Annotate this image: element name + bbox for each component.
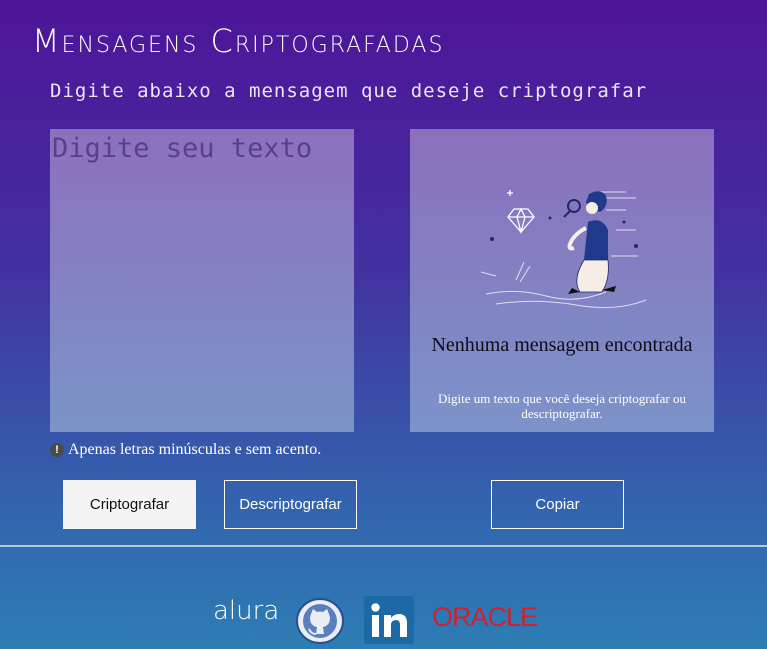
detective-illustration bbox=[480, 190, 647, 309]
footer-divider bbox=[0, 545, 767, 547]
copy-button[interactable]: Copiar bbox=[491, 480, 624, 529]
github-icon[interactable] bbox=[295, 598, 345, 644]
message-input[interactable] bbox=[50, 129, 354, 432]
encrypt-button[interactable]: Criptografar bbox=[63, 480, 196, 529]
empty-state-description: Digite um texto que você deseja criptogr… bbox=[438, 391, 686, 421]
hint-text: Apenas letras minúsculas e sem acento. bbox=[68, 441, 322, 458]
oracle-logo[interactable]: ORACLE bbox=[432, 602, 538, 633]
page-subtitle: Digite abaixo a mensagem que deseje crip… bbox=[50, 80, 648, 102]
decrypt-button[interactable]: Descriptografar bbox=[224, 480, 357, 529]
input-hint: ! Apenas letras minúsculas e sem acento. bbox=[50, 441, 321, 459]
linkedin-icon[interactable] bbox=[364, 596, 414, 644]
empty-state-title: Nenhuma mensagem encontrada bbox=[431, 334, 693, 356]
output-panel: Nenhuma mensagem encontrada Digite um te… bbox=[410, 129, 714, 432]
info-icon: ! bbox=[50, 443, 64, 457]
page-title: Mensagens Criptografadas bbox=[32, 22, 445, 60]
alura-logo[interactable]: alura bbox=[213, 596, 279, 626]
